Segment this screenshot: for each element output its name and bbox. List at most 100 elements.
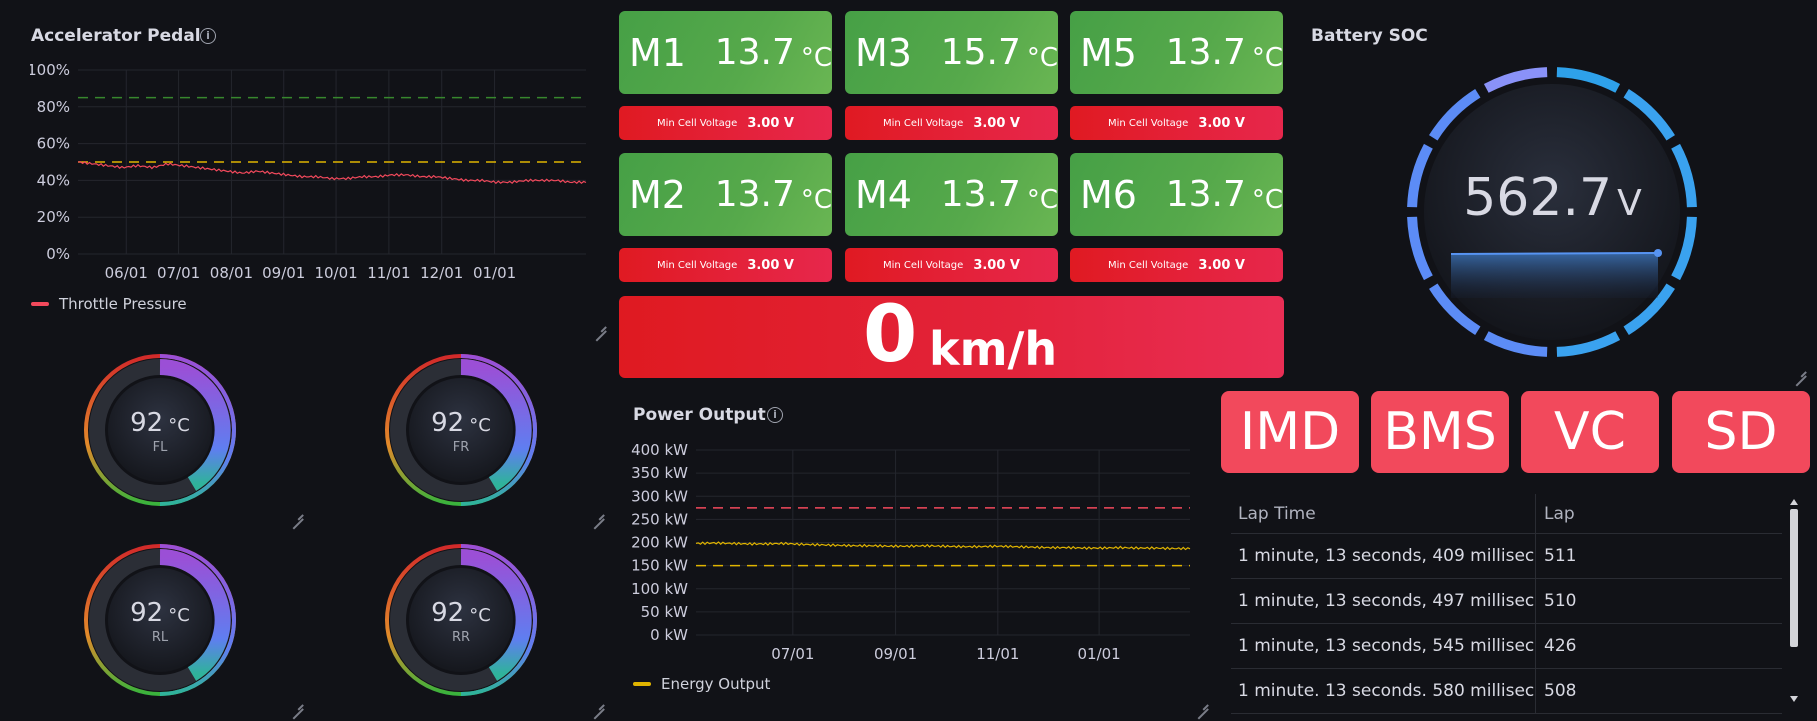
lap-time-cell: 1 minute, 13 seconds, 545 milliseco [1231, 624, 1536, 668]
min-cell-voltage: Min Cell Voltage 3.00 V [845, 106, 1058, 140]
tire-unit: °C [469, 605, 491, 626]
battery-unit: V [1617, 183, 1642, 224]
resize-handle-icon[interactable] [291, 697, 303, 709]
motor-temp: 13.7 [714, 174, 795, 215]
x-tick-label: 01/01 [1077, 645, 1120, 663]
lap-time-cell: 1 minute. 13 seconds. 580 milliseco [1231, 669, 1536, 713]
motor-tile: M3 15.7 °C [845, 11, 1058, 94]
motor-unit: °C [800, 42, 832, 73]
table-row[interactable]: 1 minute. 13 seconds. 580 milliseco 508 [1231, 669, 1782, 714]
y-tick-label: 350 kW [631, 464, 688, 482]
voltage-value: 3.00 V [747, 257, 794, 273]
sd-status[interactable]: SD [1672, 391, 1810, 473]
power-title: Power Output [633, 405, 766, 425]
tire-label: FL [152, 440, 168, 455]
motor-temp: 15.7 [940, 32, 1021, 73]
table-row[interactable]: 1 minute, 13 seconds, 497 milliseco 510 [1231, 579, 1782, 624]
motor-name: M3 [855, 30, 912, 75]
scroll-up-icon[interactable] [1790, 499, 1798, 505]
motor-tile: M6 13.7 °C [1070, 153, 1283, 236]
legend-swatch [633, 682, 651, 686]
x-tick-label: 10/01 [314, 264, 357, 282]
lap-number-cell: 510 [1544, 591, 1577, 611]
battery-value: 562.7 [1463, 168, 1613, 228]
info-icon[interactable]: i [767, 407, 783, 423]
y-tick-label: 50 kW [641, 603, 689, 621]
x-tick-label: 12/01 [420, 264, 463, 282]
tire-unit: °C [168, 415, 190, 436]
series-line [695, 541, 1191, 551]
voltage-label: Min Cell Voltage [657, 117, 738, 129]
speed-unit: km/h [929, 322, 1058, 376]
battery-voltage: 562.7 V [1460, 168, 1645, 228]
power-legend[interactable]: Energy Output [633, 675, 770, 693]
x-tick-label: 07/01 [157, 264, 200, 282]
legend-label: Energy Output [661, 675, 771, 693]
motor-tile: M5 13.7 °C [1070, 11, 1283, 94]
x-tick-label: 06/01 [105, 264, 148, 282]
resize-handle-icon[interactable] [1794, 364, 1806, 376]
col-header-lap[interactable]: Lap [1536, 504, 1575, 524]
accel-chart: 100% 80% 60% 40% 20% 0% 06/01 07/01 08/01 09/01 10… [30, 61, 587, 282]
tire-gauge-rl: 92 °C RL [82, 542, 238, 702]
resize-handle-icon[interactable] [1196, 697, 1208, 709]
motor-name: M4 [855, 172, 912, 217]
resize-handle-icon[interactable] [592, 697, 604, 709]
resize-handle-icon[interactable] [594, 319, 606, 331]
y-tick-label: 200 kW [631, 534, 688, 552]
y-tick-label: 150 kW [631, 557, 688, 575]
motor-name: M6 [1080, 172, 1137, 217]
table-scrollbar[interactable] [1789, 497, 1799, 702]
speed-display: 0 km/h [619, 290, 1284, 380]
lap-table: Lap Time Lap 1 minute, 13 seconds, 409 m… [1231, 494, 1782, 714]
y-tick-label: 250 kW [631, 510, 688, 528]
info-icon[interactable]: i [200, 28, 216, 44]
table-row[interactable]: 1 minute, 13 seconds, 409 milliseco 511 [1231, 534, 1782, 579]
lap-number-cell: 511 [1544, 546, 1577, 566]
voltage-value: 3.00 V [973, 257, 1020, 273]
bms-status[interactable]: BMS [1371, 391, 1509, 473]
motor-temp: 13.7 [940, 174, 1021, 215]
tire-label: RL [151, 630, 169, 645]
y-tick-label: 100 kW [631, 580, 688, 598]
motor-unit: °C [1251, 42, 1283, 73]
lap-time-cell: 1 minute, 13 seconds, 409 milliseco [1231, 534, 1536, 578]
min-cell-voltage: Min Cell Voltage 3.00 V [845, 248, 1058, 282]
tire-label: RR [451, 630, 471, 645]
y-tick-label: 400 kW [631, 441, 688, 459]
table-row[interactable]: 1 minute, 13 seconds, 545 milliseco 426 [1231, 624, 1782, 669]
y-tick-label: 40% [37, 171, 70, 189]
tire-temp: 92 °C [82, 598, 238, 628]
lap-number-cell: 426 [1544, 636, 1577, 656]
min-cell-voltage: Min Cell Voltage 3.00 V [619, 248, 832, 282]
tire-gauge-fl: 92 °C FL [82, 352, 238, 512]
motor-name: M1 [629, 30, 686, 75]
tire-temp: 92 °C [383, 408, 539, 438]
imd-status[interactable]: IMD [1221, 391, 1359, 473]
x-tick-label: 08/01 [210, 264, 253, 282]
voltage-value: 3.00 V [973, 115, 1020, 131]
tire-unit: °C [469, 415, 491, 436]
voltage-value: 3.00 V [1198, 257, 1245, 273]
col-header-lap-time[interactable]: Lap Time [1231, 494, 1536, 533]
tire-value: 92 [130, 408, 164, 438]
motor-tile: M4 13.7 °C [845, 153, 1058, 236]
power-chart: 400 kW 350 kW 300 kW 250 kW 200 kW 150 kW 100 … [631, 441, 1191, 663]
vc-status[interactable]: VC [1521, 391, 1659, 473]
y-tick-label: 0 kW [650, 626, 688, 644]
resize-handle-icon[interactable] [291, 507, 303, 519]
table-header: Lap Time Lap [1231, 494, 1782, 534]
accel-legend[interactable]: Throttle Pressure [31, 295, 187, 313]
x-tick-label: 09/01 [874, 645, 917, 663]
voltage-value: 3.00 V [1198, 115, 1245, 131]
resize-handle-icon[interactable] [592, 507, 604, 519]
scroll-thumb[interactable] [1790, 509, 1798, 647]
tire-value: 92 [130, 598, 164, 628]
motor-name: M5 [1080, 30, 1137, 75]
scroll-down-icon[interactable] [1790, 696, 1798, 702]
motor-temp: 13.7 [714, 32, 795, 73]
tire-unit: °C [168, 605, 190, 626]
motor-unit: °C [1026, 42, 1058, 73]
motor-unit: °C [800, 184, 832, 215]
min-cell-voltage: Min Cell Voltage 3.00 V [1070, 106, 1283, 140]
